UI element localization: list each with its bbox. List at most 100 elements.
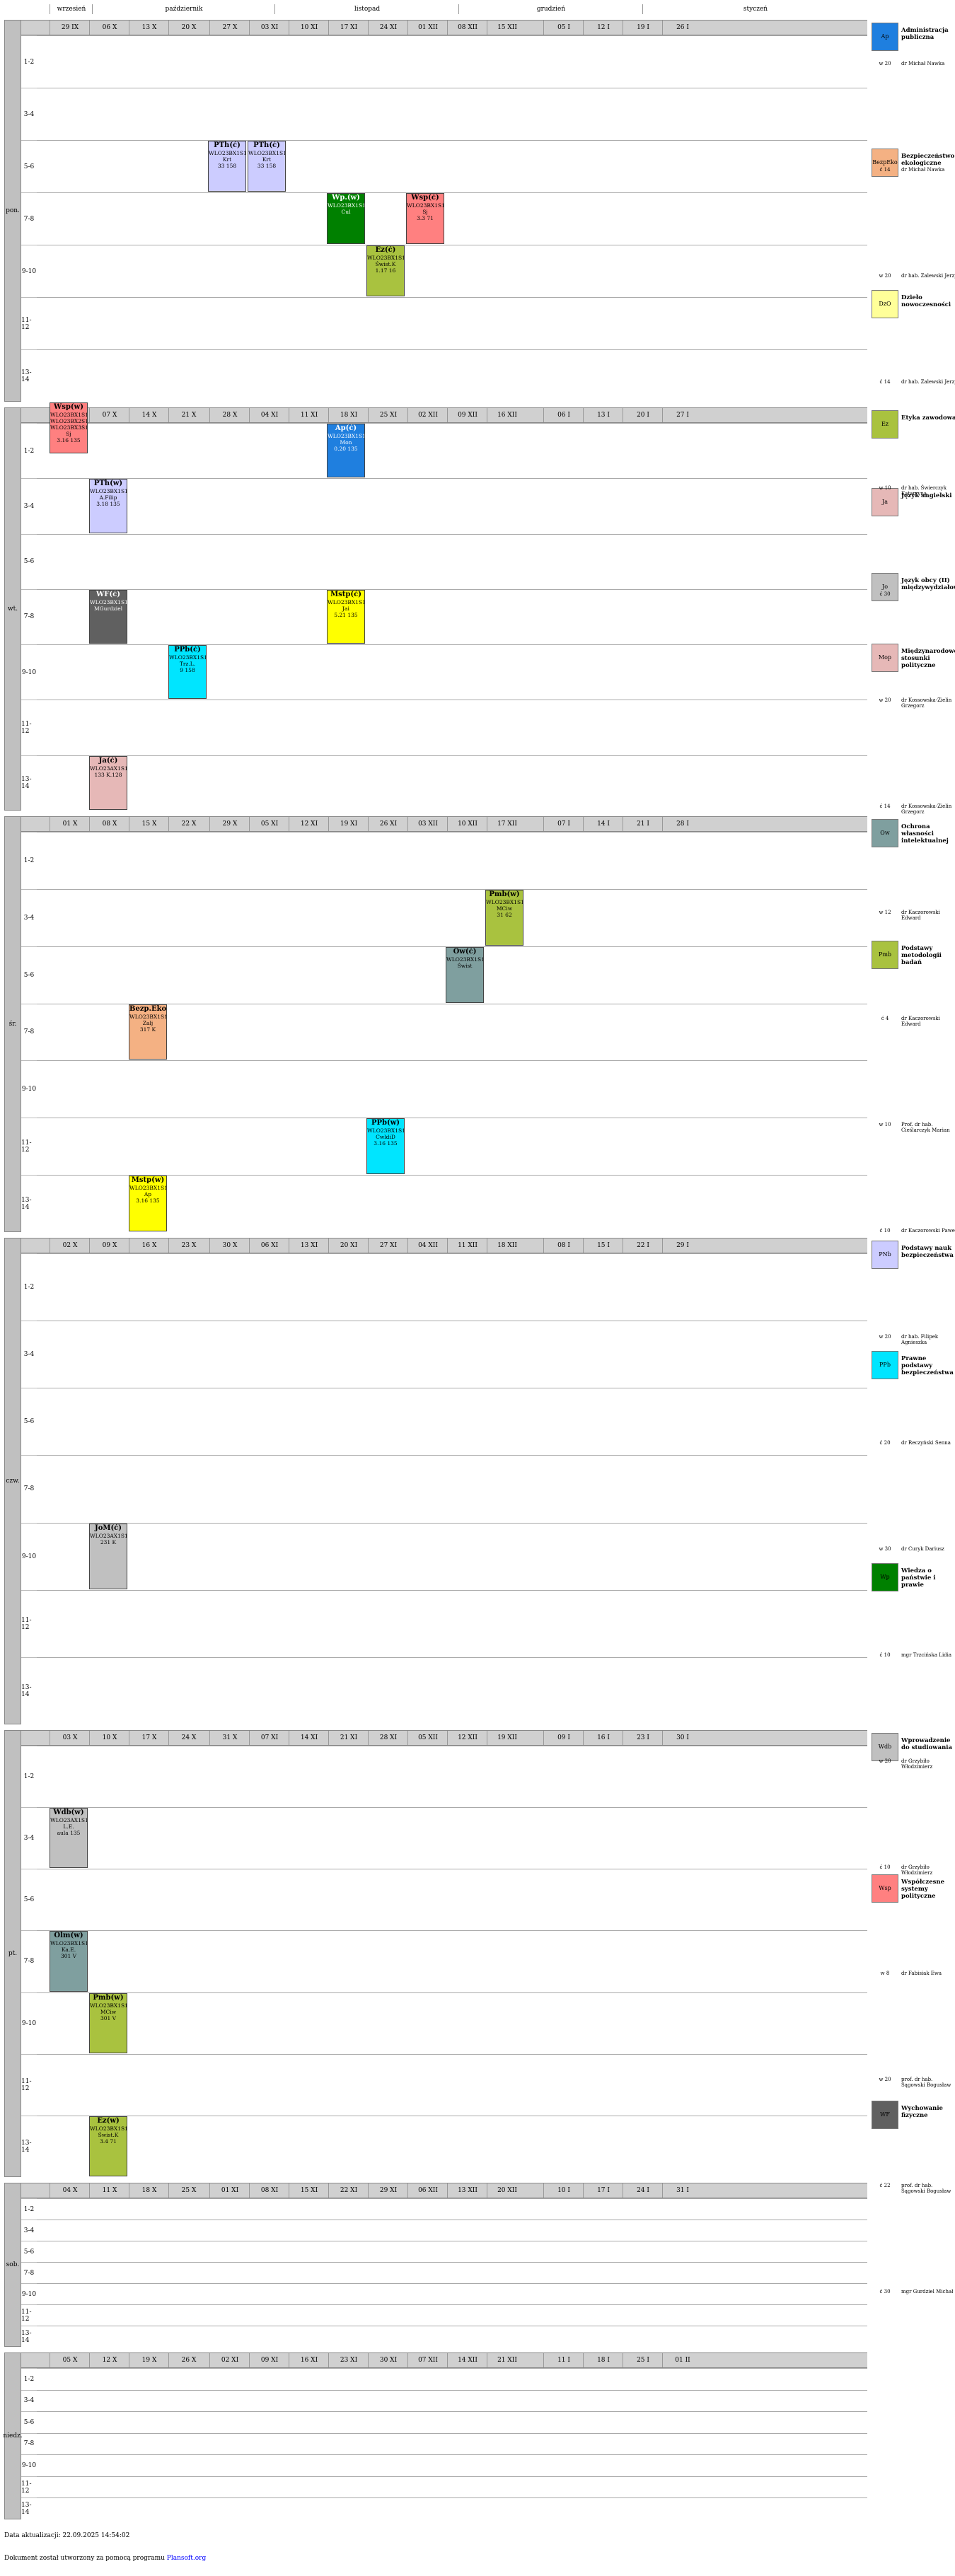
teacher-hours: w 20: [879, 2077, 891, 2082]
date-row-sr: 01 X 08 X 15 X 22 X 29 X 05 XI 12 XI 19 XI 26 XI…: [21, 816, 867, 832]
lesson-groups: WLO23BX1S1: [367, 1127, 405, 1135]
lesson-cell[interactable]: Wsp(w)WLO23BX1S1 WLO23BX2S1 WLO23BX3S1Sj…: [50, 402, 88, 453]
slot-label: 13-14: [21, 755, 37, 811]
date-cell: 13 X: [129, 21, 169, 35]
date-cell: 23 I: [623, 1731, 663, 1745]
lesson-cell[interactable]: Olm(w) WLO23BX1S1 Ka.E. 301 V: [50, 1931, 88, 1992]
lesson-cell[interactable]: Bezp.Eko(w)WLO23BX1S1Zalj317 K: [129, 1004, 167, 1060]
lesson-cell[interactable]: PTh(ć)WLO23BX1S1Krt33 158: [208, 141, 246, 192]
date-cell: 25 X: [168, 2183, 209, 2198]
date-row-pon: 29 IX 06 X 13 X 20 X 27 X 03 XI 10 XI 17 XI 24 X…: [21, 20, 867, 35]
slot-label: 7-8: [21, 192, 37, 245]
lesson-cell[interactable]: Mstp(w) WLO23BX1S1 Ap 3.16 135: [129, 1176, 167, 1231]
lesson-teacher: Trz.L.: [179, 661, 196, 668]
slot-divider: [37, 140, 867, 141]
lesson-room: 3.3 71: [417, 215, 434, 221]
lesson-cell[interactable]: JoM(ć) WLO23AX1S1 231 K: [89, 1523, 127, 1589]
date-cell: 16 XI: [289, 2353, 329, 2367]
slot-divider: [37, 1589, 867, 1591]
lesson-teacher: Zalj: [142, 1019, 154, 1026]
lesson-cell[interactable]: Ja(ć) WLO23AX1S1 133 K.128: [89, 755, 127, 810]
teacher-hours: ć 30: [879, 2289, 891, 2294]
slot-divider: [37, 1992, 867, 1993]
lesson-cell[interactable]: PPb(ć) WLO23BX1S1 Trz.L. 9 158: [168, 645, 207, 700]
date-cell: 28 X: [209, 408, 250, 422]
date-cell: 15 I: [583, 1238, 623, 1253]
subject-swatch: Wsp: [872, 1874, 898, 1903]
teacher-name: dr Grzybiło Włodzimierz: [901, 1864, 933, 1876]
date-cell: 05 XI: [249, 817, 289, 831]
date-cell: 26 X: [168, 2353, 209, 2367]
plansoft-link[interactable]: Plansoft.org: [167, 2555, 206, 2562]
teacher-hours: w 10: [879, 485, 891, 491]
lesson-title: Pmb(w): [93, 1993, 124, 2002]
month-grudzien: grudzień: [458, 4, 643, 14]
teacher-hours: w 12: [879, 910, 891, 915]
date-cell: 29 IX: [50, 21, 90, 35]
date-cell: 08 I: [543, 1238, 584, 1253]
month-listopad: listopad: [274, 4, 459, 14]
lesson-groups: WLO23BX1S1: [90, 488, 127, 495]
lesson-cell[interactable]: Mstp(ć) WLO23BX1S1 Jai 5.21 135: [327, 589, 365, 644]
slot-divider: [37, 1060, 867, 1062]
lesson-cell[interactable]: Wp.(w) WLO23BX1S1 Cul: [327, 193, 365, 244]
date-cell: 08 XII: [447, 21, 487, 35]
lesson-cell[interactable]: WF(ć) WLO23BX1S1 MGurdziel: [89, 589, 127, 644]
subject-swatch: PNb: [872, 1241, 898, 1269]
subject-code: Ez: [881, 421, 889, 427]
lesson-cell[interactable]: PTh(ć)WLO23BX1S1Krt33 158: [248, 141, 286, 192]
update-timestamp: Data aktualizacji: 22.09.2025 14:54:02: [4, 2532, 130, 2539]
date-cell: 01 XII: [407, 21, 448, 35]
date-cell: 22 XI: [328, 2183, 369, 2198]
lesson-cell[interactable]: PTh(w) WLO23BX1S1 A.Filip 3.18 135: [89, 479, 127, 533]
lesson-cell[interactable]: PPb(w) WLO23BX1S1 CwldiD 3.16 135: [366, 1118, 405, 1175]
lesson-cell[interactable]: Wdb(w) WLO23AX1S1 L.E. aula 135: [50, 1808, 88, 1869]
teacher-hours: w 30: [879, 1546, 891, 1552]
lesson-groups: WLO23BX1S1: [90, 2002, 127, 2009]
slot-divider: [37, 888, 867, 890]
date-cell: 13 I: [583, 408, 623, 422]
lesson-room: 33 158: [257, 163, 277, 169]
lesson-room: 3.18 135: [96, 501, 120, 508]
teacher-name: dr Kaczorowski Edward: [901, 1016, 940, 1027]
subject-name: Język obcy (II) międzywydziałowy: [901, 577, 955, 591]
lesson-groups: WLO23BX1S1: [169, 654, 207, 661]
subject-swatch: Wp: [872, 1563, 898, 1591]
lesson-cell[interactable]: Pmb(w) WLO23BX1S1 MCiw 301 V: [89, 1992, 127, 2053]
slot-label: 5-6: [21, 533, 37, 589]
date-cell: 16 X: [129, 1238, 169, 1253]
slot-divider: [37, 1930, 867, 1932]
date-cell: 11 XI: [289, 408, 329, 422]
teacher-name: dr hab. Zalewski Jerzy: [901, 273, 955, 279]
date-cell: 16 I: [583, 1731, 623, 1745]
teacher-hours: w 8: [880, 1971, 890, 1976]
lesson-cell[interactable]: Pmb(w) WLO23BX1S1 MCiw 31 62: [485, 889, 523, 946]
lesson-title: Ja(ć): [98, 756, 118, 765]
lesson-teacher: Świst.K: [98, 2131, 119, 2138]
date-cell: 21 XII: [487, 2353, 527, 2367]
subject-name: Międzynarodowe stosunki polityczne: [901, 648, 955, 669]
lesson-cell[interactable]: Ez(w) WLO23BX1S1 Świst.K 3.4 71: [89, 2116, 127, 2176]
subject-code: WF: [880, 2111, 890, 2118]
lesson-cell[interactable]: Ap(ć) WLO23BX1S1 Mon 0.20 135: [327, 424, 365, 478]
slot-label: 9-10: [21, 1522, 37, 1590]
lesson-groups: WLO23BX1S1: [129, 1185, 167, 1192]
day-label-niedz: niedz.: [3, 2352, 23, 2519]
lesson-cell[interactable]: Ez(ć) WLO23BX1S1 Świst.K 1.17 16: [366, 245, 405, 296]
slot-label: 3-4: [21, 2389, 37, 2412]
lesson-teacher: Sj: [66, 431, 71, 437]
subject-swatch: Ap: [872, 23, 898, 51]
date-cell: 05 X: [50, 2353, 90, 2367]
lesson-title: Mstp(w): [131, 1176, 165, 1185]
lesson-groups: WLO23BX1S1: [90, 598, 127, 605]
teacher-name: mgr Trzcińska Lidia: [901, 1652, 952, 1658]
subject-swatch: Pmb: [872, 941, 898, 969]
lesson-cell[interactable]: Ow(ć) WLO23BX1S1 Świst: [446, 946, 484, 1003]
teacher-hours: ć 10: [879, 1864, 891, 1870]
date-cell: 31 X: [209, 1731, 250, 1745]
lesson-cell[interactable]: Wsp(ć) WLO23BX1S1 Sj 3.3 71: [406, 193, 444, 244]
month-header: wrzesień październik listopad grudzień s…: [4, 4, 867, 14]
date-cell: 17 X: [129, 1731, 169, 1745]
date-cell: 14 XII: [447, 2353, 487, 2367]
teacher-hours: ć 14: [879, 803, 891, 809]
